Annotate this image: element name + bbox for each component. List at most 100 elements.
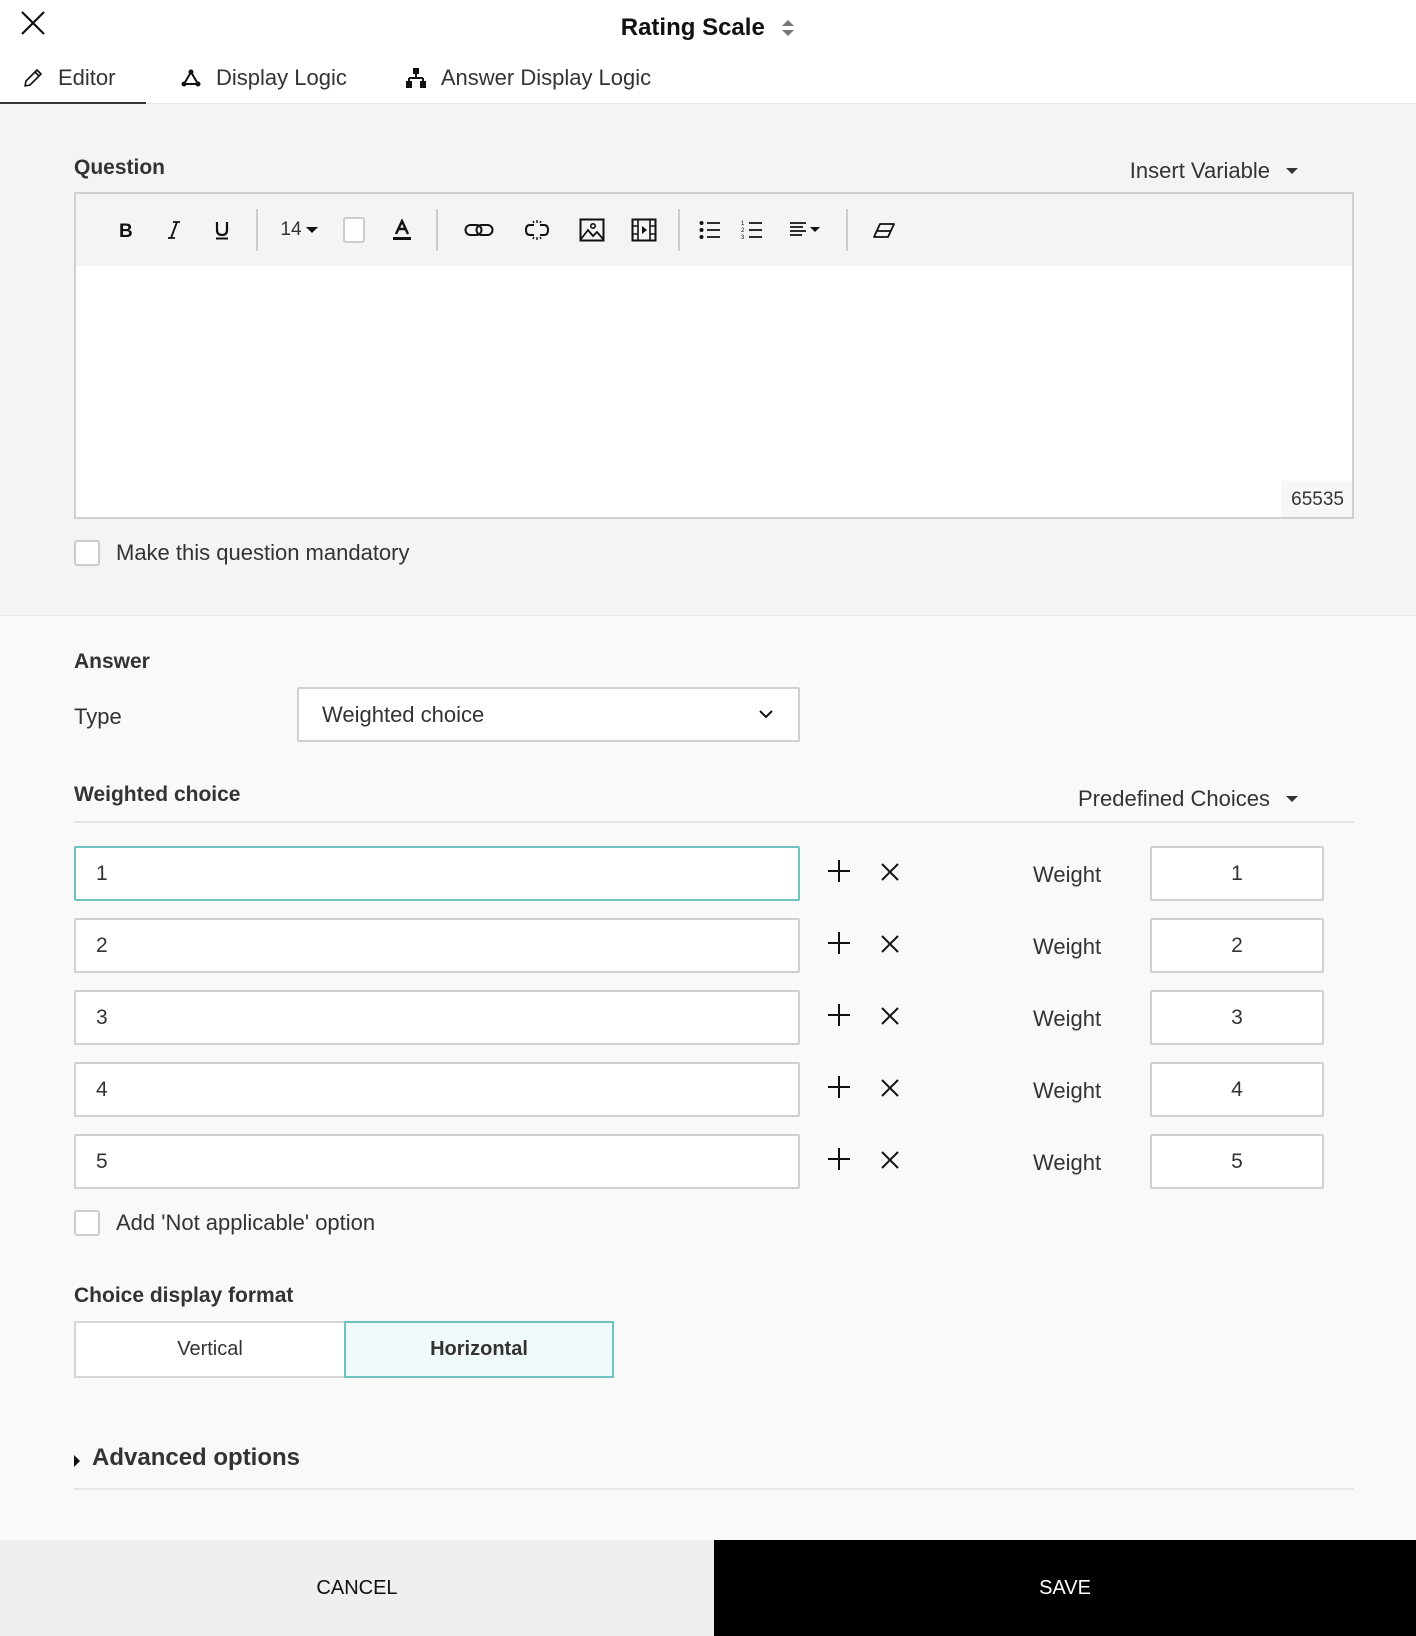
choice-text-input[interactable]: 3	[74, 990, 800, 1045]
caret-right-icon	[74, 1455, 80, 1467]
sort-arrows-icon[interactable]	[781, 18, 795, 38]
dialog-header: Rating Scale Editor Display Logic Answer…	[0, 0, 1416, 104]
add-choice-icon[interactable]	[826, 1146, 852, 1172]
mandatory-checkbox[interactable]	[74, 540, 100, 566]
svg-text:1: 1	[741, 221, 745, 227]
tab-display-logic[interactable]: Display Logic	[158, 58, 369, 104]
not-applicable-checkbox[interactable]	[74, 1210, 100, 1236]
display-format-horizontal[interactable]: Horizontal	[344, 1321, 614, 1378]
cancel-button[interactable]: CANCEL	[0, 1540, 714, 1636]
tab-editor-label: Editor	[58, 65, 116, 90]
add-choice-icon[interactable]	[826, 1074, 852, 1100]
answer-label: Answer	[74, 650, 150, 673]
bold-button[interactable]: B	[102, 210, 150, 250]
align-left-icon	[790, 222, 820, 236]
choice-text-input[interactable]: 5	[74, 1134, 800, 1189]
remove-choice-icon[interactable]	[879, 861, 901, 883]
weight-input[interactable]: 5	[1150, 1134, 1324, 1189]
link-icon	[464, 224, 494, 236]
insert-variable-dropdown[interactable]: Insert Variable	[1130, 158, 1298, 184]
character-count: 65535	[1281, 481, 1352, 517]
toolbar-divider	[436, 209, 438, 251]
eraser-icon	[873, 223, 895, 238]
insert-image-button[interactable]	[564, 210, 620, 250]
triangle-nodes-icon	[181, 69, 201, 87]
weight-input[interactable]: 2	[1150, 918, 1324, 973]
remove-link-button[interactable]	[510, 210, 564, 250]
editor-toolbar: B 14 1 2 3	[76, 194, 1352, 266]
bold-icon: B	[119, 221, 133, 239]
chevron-down-icon	[759, 710, 773, 719]
question-text-area[interactable]	[76, 266, 1352, 517]
hierarchy-icon	[405, 68, 426, 88]
toolbar-divider	[846, 209, 848, 251]
tab-editor[interactable]: Editor	[0, 58, 146, 104]
choice-row: 5 Weight 5	[74, 1134, 1354, 1189]
svg-text:B: B	[119, 221, 133, 239]
weight-input[interactable]: 3	[1150, 990, 1324, 1045]
advanced-options-label: Advanced options	[92, 1444, 301, 1471]
choice-row: 1 Weight 1	[74, 846, 1354, 901]
weight-input[interactable]: 4	[1150, 1062, 1324, 1117]
tab-answer-display-logic[interactable]: Answer Display Logic	[383, 58, 673, 104]
question-section: Question Insert Variable B 14 1 2 3 6553…	[0, 104, 1416, 616]
display-format-label: Choice display format	[74, 1284, 294, 1307]
tab-display-logic-label: Display Logic	[216, 65, 347, 90]
font-size-value: 14	[280, 219, 302, 240]
insert-video-button[interactable]	[620, 210, 668, 250]
remove-choice-icon[interactable]	[879, 1005, 901, 1027]
save-button[interactable]: SAVE	[714, 1540, 1416, 1636]
question-label: Question	[74, 156, 166, 179]
numbered-list-button[interactable]: 123	[730, 210, 774, 250]
tab-bar: Editor Display Logic Answer Display Logi…	[0, 58, 673, 104]
insert-link-button[interactable]	[448, 210, 510, 250]
not-applicable-label: Add 'Not applicable' option	[116, 1210, 376, 1235]
answer-type-select[interactable]: Weighted choice	[297, 687, 800, 742]
add-choice-icon[interactable]	[826, 930, 852, 956]
svg-text:3: 3	[741, 235, 745, 241]
weight-label: Weight	[1033, 1078, 1102, 1103]
question-type-title[interactable]: Rating Scale	[621, 14, 765, 42]
add-choice-icon[interactable]	[826, 1002, 852, 1028]
video-icon	[631, 218, 657, 242]
add-choice-icon[interactable]	[826, 858, 852, 884]
underline-icon	[215, 222, 229, 240]
font-size-dropdown[interactable]: 14	[268, 219, 330, 241]
choice-text-input[interactable]: 2	[74, 918, 800, 973]
rich-text-editor: B 14 1 2 3 65535	[74, 192, 1354, 519]
italic-button[interactable]	[150, 210, 198, 250]
caret-down-icon	[1286, 796, 1298, 802]
choice-row: 3 Weight 3	[74, 990, 1354, 1045]
choice-text-input[interactable]: 1	[74, 846, 800, 901]
not-applicable-checkbox-row[interactable]: Add 'Not applicable' option	[74, 1210, 375, 1236]
display-format-vertical[interactable]: Vertical	[74, 1321, 344, 1378]
color-swatch-icon	[343, 217, 365, 243]
insert-variable-label: Insert Variable	[1129, 158, 1270, 183]
weight-label: Weight	[1033, 1150, 1102, 1175]
clear-formatting-button[interactable]	[858, 210, 910, 250]
remove-choice-icon[interactable]	[879, 1077, 901, 1099]
advanced-options-toggle[interactable]: Advanced options	[74, 1444, 300, 1472]
display-format-toggle: Vertical Horizontal	[74, 1321, 614, 1378]
choice-row: 2 Weight 2	[74, 918, 1354, 973]
remove-choice-icon[interactable]	[879, 933, 901, 955]
type-label: Type	[74, 704, 122, 729]
toolbar-divider	[678, 209, 680, 251]
weight-label: Weight	[1033, 862, 1102, 887]
svg-text:2: 2	[741, 228, 745, 234]
weight-label: Weight	[1033, 1006, 1102, 1031]
underline-button[interactable]	[198, 210, 246, 250]
image-icon	[579, 218, 605, 242]
divider	[74, 821, 1354, 823]
choice-text-input[interactable]: 4	[74, 1062, 800, 1117]
tab-answer-display-logic-label: Answer Display Logic	[440, 65, 652, 90]
weight-input[interactable]: 1	[1150, 846, 1324, 901]
predefined-choices-dropdown[interactable]: Predefined Choices	[1078, 786, 1298, 812]
text-color-icon	[393, 219, 411, 240]
background-color-button[interactable]	[330, 210, 378, 250]
align-dropdown[interactable]	[774, 210, 836, 250]
remove-choice-icon[interactable]	[879, 1149, 901, 1171]
text-color-button[interactable]	[378, 210, 426, 250]
mandatory-checkbox-row[interactable]: Make this question mandatory	[74, 540, 410, 566]
bullet-list-button[interactable]	[690, 210, 730, 250]
